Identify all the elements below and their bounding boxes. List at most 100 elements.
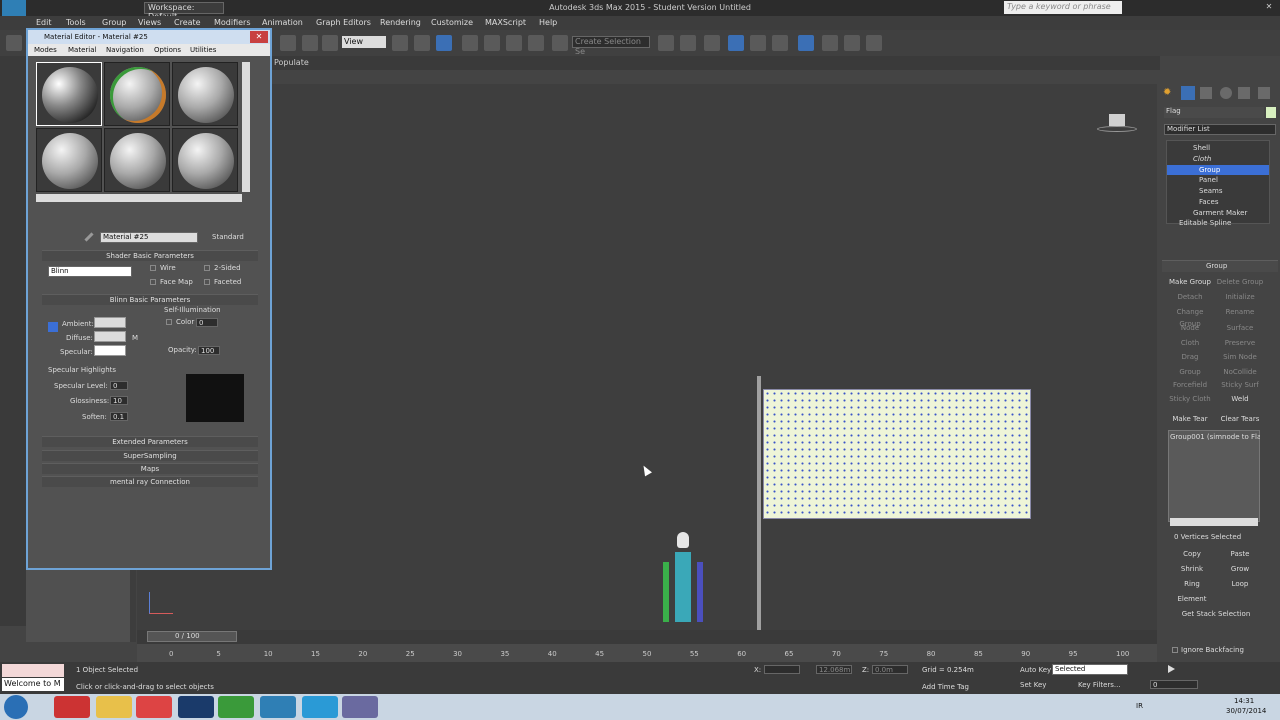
mirror-icon[interactable] bbox=[658, 35, 674, 51]
supersampling-rollout[interactable]: SuperSampling bbox=[42, 450, 258, 461]
undo-icon[interactable] bbox=[6, 35, 22, 51]
current-frame-field[interactable]: 0 bbox=[1150, 680, 1198, 689]
scale-icon[interactable] bbox=[302, 35, 318, 51]
initialize-button[interactable]: Initialize bbox=[1216, 291, 1264, 303]
menu-animation[interactable]: Animation bbox=[262, 18, 303, 27]
rendered-frame-icon[interactable] bbox=[844, 35, 860, 51]
biped-figure[interactable] bbox=[659, 532, 709, 632]
ignore-backfacing-checkbox[interactable] bbox=[1172, 647, 1178, 653]
shader-type-select[interactable]: Blinn bbox=[48, 266, 132, 277]
maxscript-listener[interactable] bbox=[2, 664, 64, 677]
edit-named-selection-icon[interactable] bbox=[552, 35, 568, 51]
motion-tab-icon[interactable] bbox=[1220, 87, 1232, 99]
add-time-tag-button[interactable]: Add Time Tag bbox=[922, 683, 969, 691]
viewcube-icon[interactable] bbox=[1097, 112, 1137, 136]
make-group-button[interactable]: Make Group bbox=[1166, 276, 1214, 288]
face-map-checkbox[interactable] bbox=[150, 279, 156, 285]
taskbar-utorrent-icon[interactable] bbox=[218, 696, 254, 718]
language-indicator[interactable]: IR bbox=[1136, 702, 1143, 710]
menu-group[interactable]: Group bbox=[102, 18, 126, 27]
me-menu-material[interactable]: Material bbox=[68, 46, 96, 54]
ring-button[interactable]: Ring bbox=[1168, 578, 1216, 590]
flag-cloth[interactable] bbox=[763, 389, 1031, 519]
hierarchy-tab-icon[interactable] bbox=[1200, 87, 1212, 99]
eyedropper-icon[interactable] bbox=[84, 232, 94, 242]
glossiness-value[interactable]: 10 bbox=[110, 396, 128, 405]
close-icon[interactable]: ✕ bbox=[1262, 2, 1276, 14]
viewport[interactable] bbox=[137, 84, 1157, 632]
utilities-tab-icon[interactable] bbox=[1258, 87, 1270, 99]
x-coord-field[interactable] bbox=[764, 665, 800, 674]
menu-help[interactable]: Help bbox=[539, 18, 557, 27]
place-icon[interactable] bbox=[322, 35, 338, 51]
move-icon[interactable] bbox=[414, 35, 430, 51]
key-mode-select[interactable]: Selected bbox=[1052, 664, 1128, 675]
delete-group-button[interactable]: Delete Group bbox=[1216, 276, 1264, 288]
diffuse-map-button[interactable]: M bbox=[132, 334, 138, 342]
search-input[interactable]: Type a keyword or phrase bbox=[1004, 1, 1122, 14]
surface-button[interactable]: Surface bbox=[1216, 322, 1264, 334]
slot-h-scrollbar[interactable] bbox=[36, 194, 242, 202]
drag-button[interactable]: Drag bbox=[1166, 351, 1214, 363]
shader-basic-parameters-rollout[interactable]: Shader Basic Parameters bbox=[42, 250, 258, 261]
object-name-field[interactable]: Flag bbox=[1164, 107, 1264, 118]
taskbar-ccleaner-icon[interactable] bbox=[54, 696, 90, 718]
material-editor-close-icon[interactable]: ✕ bbox=[250, 31, 268, 43]
grow-button[interactable]: Grow bbox=[1216, 563, 1264, 575]
start-button-icon[interactable] bbox=[4, 695, 28, 719]
flag-pole[interactable] bbox=[757, 376, 761, 632]
material-slot-1[interactable] bbox=[36, 62, 102, 126]
sim-node-button[interactable]: Sim Node bbox=[1216, 351, 1264, 363]
copy-button[interactable]: Copy bbox=[1168, 548, 1216, 560]
detach-button[interactable]: Detach bbox=[1166, 291, 1214, 303]
percent-snap-icon[interactable] bbox=[506, 35, 522, 51]
cloth-button[interactable]: Cloth bbox=[1166, 337, 1214, 349]
stack-item-group[interactable]: Group bbox=[1199, 166, 1220, 174]
diffuse-color-swatch[interactable] bbox=[94, 331, 126, 342]
y-coord-field[interactable]: 12.068m bbox=[816, 665, 852, 674]
specular-color-swatch[interactable] bbox=[94, 345, 126, 356]
soften-value[interactable]: 0.1 bbox=[110, 412, 128, 421]
material-editor-icon[interactable] bbox=[798, 35, 814, 51]
preserve-button[interactable]: Preserve bbox=[1216, 337, 1264, 349]
material-slot-6[interactable] bbox=[172, 128, 238, 192]
clock-date[interactable]: 30/07/2014 bbox=[1226, 707, 1266, 715]
layer-icon[interactable] bbox=[704, 35, 720, 51]
key-filters-button[interactable]: Key Filters... bbox=[1078, 681, 1121, 689]
weld-button[interactable]: Weld bbox=[1216, 393, 1264, 405]
specular-level-value[interactable]: 0 bbox=[110, 381, 128, 390]
stack-item-panel[interactable]: Panel bbox=[1199, 176, 1218, 184]
taskbar-skype-icon[interactable] bbox=[302, 696, 338, 718]
taskbar-recorder-icon[interactable] bbox=[342, 696, 378, 718]
loop-button[interactable]: Loop bbox=[1216, 578, 1264, 590]
material-slot-5[interactable] bbox=[104, 128, 170, 192]
wire-checkbox[interactable] bbox=[150, 265, 156, 271]
clear-tears-button[interactable]: Clear Tears bbox=[1216, 413, 1264, 425]
rename-button[interactable]: Rename bbox=[1216, 306, 1264, 318]
render-icon[interactable] bbox=[866, 35, 882, 51]
self-illum-value[interactable]: 0 bbox=[196, 318, 218, 327]
welcome-field[interactable]: Welcome to M bbox=[2, 678, 64, 691]
curve-editor-icon[interactable] bbox=[750, 35, 766, 51]
ambient-color-swatch[interactable] bbox=[94, 317, 126, 328]
snap-icon[interactable] bbox=[462, 35, 478, 51]
paste-button[interactable]: Paste bbox=[1216, 548, 1264, 560]
stack-item-garment-maker[interactable]: Garment Maker bbox=[1193, 209, 1247, 217]
taskbar-explorer-icon[interactable] bbox=[96, 696, 132, 718]
stack-item-shell[interactable]: Shell bbox=[1193, 144, 1210, 152]
material-slot-4[interactable] bbox=[36, 128, 102, 192]
clock-time[interactable]: 14:31 bbox=[1234, 697, 1254, 705]
render-setup-icon[interactable] bbox=[822, 35, 838, 51]
faceted-checkbox[interactable] bbox=[204, 279, 210, 285]
scene-explorer-icon[interactable] bbox=[728, 35, 744, 51]
color-checkbox[interactable] bbox=[166, 319, 172, 325]
menu-rendering[interactable]: Rendering bbox=[380, 18, 421, 27]
node-button[interactable]: Node bbox=[1166, 322, 1214, 334]
maps-rollout[interactable]: Maps bbox=[42, 463, 258, 474]
taskbar-chrome-icon[interactable] bbox=[136, 696, 172, 718]
material-slot-3[interactable] bbox=[172, 62, 238, 126]
extended-parameters-rollout[interactable]: Extended Parameters bbox=[42, 436, 258, 447]
object-color-swatch[interactable] bbox=[1266, 107, 1276, 118]
two-sided-checkbox[interactable] bbox=[204, 265, 210, 271]
material-name-field[interactable]: Material #25 bbox=[100, 232, 198, 243]
